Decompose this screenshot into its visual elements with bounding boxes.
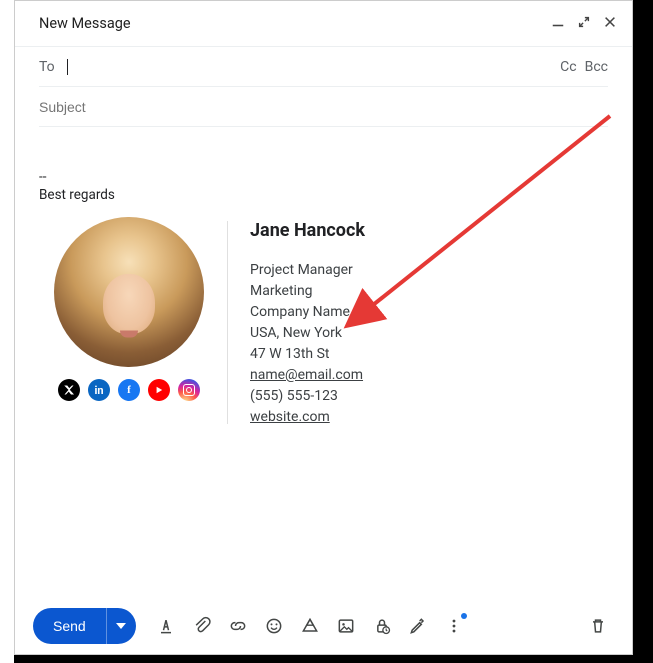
cc-button[interactable]: Cc bbox=[560, 59, 576, 75]
subject-input[interactable] bbox=[39, 99, 608, 115]
window-header: New Message bbox=[15, 1, 632, 47]
x-twitter-icon[interactable] bbox=[58, 379, 80, 401]
signature-title: Project Manager bbox=[250, 260, 365, 281]
signature-separator: -- bbox=[39, 169, 608, 185]
window-title: New Message bbox=[39, 15, 550, 32]
facebook-icon[interactable]: f bbox=[118, 379, 140, 401]
insert-photo-icon[interactable] bbox=[330, 610, 362, 642]
emoji-icon[interactable] bbox=[258, 610, 290, 642]
instagram-icon[interactable] bbox=[178, 379, 200, 401]
signature-location: USA, New York bbox=[250, 323, 365, 344]
signature-department: Marketing bbox=[250, 281, 365, 302]
message-body[interactable]: -- Best regards in f Jane bbox=[15, 127, 632, 607]
youtube-icon[interactable] bbox=[148, 379, 170, 401]
send-button-group: Send bbox=[33, 608, 136, 644]
notification-dot bbox=[461, 613, 467, 619]
to-label: To bbox=[39, 59, 55, 75]
signature-street: 47 W 13th St bbox=[250, 344, 365, 365]
signature-name: Jane Hancock bbox=[250, 217, 365, 244]
signature-email[interactable]: name@email.com bbox=[250, 367, 363, 383]
to-input[interactable] bbox=[68, 59, 560, 75]
close-icon[interactable] bbox=[602, 15, 618, 33]
avatar bbox=[54, 217, 204, 367]
signature-website[interactable]: website.com bbox=[250, 409, 330, 425]
insert-link-icon[interactable] bbox=[222, 610, 254, 642]
signature-icon[interactable] bbox=[402, 610, 434, 642]
subject-field-row[interactable] bbox=[39, 87, 608, 127]
more-options-icon[interactable] bbox=[438, 610, 470, 642]
discard-draft-icon[interactable] bbox=[582, 610, 614, 642]
send-options-button[interactable] bbox=[106, 608, 136, 644]
compose-window: New Message To Cc Bcc -- Best regards bbox=[14, 0, 633, 655]
linkedin-icon[interactable]: in bbox=[88, 379, 110, 401]
compose-toolbar: Send bbox=[15, 598, 632, 654]
signature-divider bbox=[227, 221, 228, 424]
expand-icon[interactable] bbox=[576, 15, 592, 33]
minimize-icon[interactable] bbox=[550, 15, 566, 33]
drive-icon[interactable] bbox=[294, 610, 326, 642]
to-field-row[interactable]: To Cc Bcc bbox=[39, 47, 608, 87]
formatting-icon[interactable] bbox=[150, 610, 182, 642]
signature-phone: (555) 555-123 bbox=[250, 386, 365, 407]
signature-company: Company Name bbox=[250, 302, 365, 323]
send-button[interactable]: Send bbox=[33, 608, 106, 644]
bcc-button[interactable]: Bcc bbox=[585, 59, 608, 75]
attach-file-icon[interactable] bbox=[186, 610, 218, 642]
confidential-mode-icon[interactable] bbox=[366, 610, 398, 642]
email-signature: in f Jane Hancock Project Manager Market… bbox=[39, 217, 608, 428]
signature-regards: Best regards bbox=[39, 187, 608, 203]
